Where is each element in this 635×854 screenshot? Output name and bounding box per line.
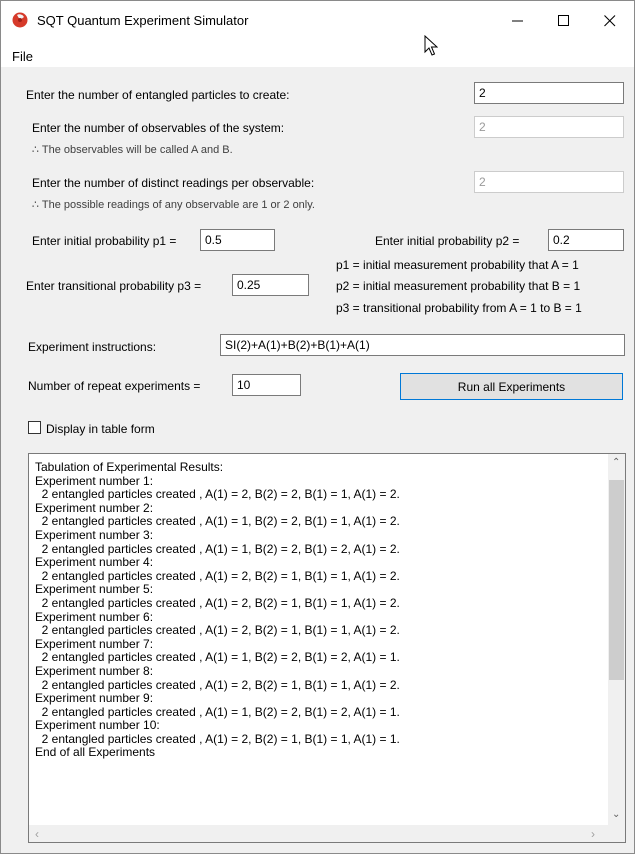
results-line: 2 entangled particles created , A(1) = 2… (35, 623, 400, 638)
readings-input[interactable] (474, 171, 624, 193)
instructions-input[interactable] (220, 334, 625, 356)
p2-input[interactable] (548, 229, 624, 251)
results-line: 2 entangled particles created , A(1) = 2… (35, 487, 400, 502)
p1-description: p1 = initial measurement probability tha… (336, 258, 579, 272)
results-line: Experiment number 10: (35, 718, 160, 733)
results-line: 2 entangled particles created , A(1) = 2… (35, 595, 400, 610)
run-experiments-button[interactable]: Run all Experiments (400, 373, 623, 400)
scroll-up-icon[interactable]: ⌃ (612, 457, 620, 468)
results-line: Experiment number 2: (35, 500, 154, 515)
results-line: Experiment number 3: (35, 527, 154, 542)
instructions-label: Experiment instructions: (28, 340, 157, 354)
results-line: 2 entangled particles created , A(1) = 1… (35, 514, 400, 529)
maximize-button[interactable] (541, 7, 587, 35)
p1-input[interactable] (200, 229, 275, 251)
results-line: Experiment number 4: (35, 555, 154, 570)
results-line: Tabulation of Experimental Results: (35, 461, 224, 474)
menu-file[interactable]: File (12, 49, 33, 64)
results-line: Experiment number 9: (35, 691, 154, 706)
results-textarea[interactable]: Tabulation of Experimental Results: Exper… (28, 453, 626, 843)
scroll-left-icon[interactable]: ‹ (35, 827, 39, 841)
repeat-input[interactable] (232, 374, 301, 396)
app-logo-icon (12, 12, 28, 28)
results-line: Experiment number 6: (35, 609, 154, 624)
results-line: End of all Experiments (35, 745, 156, 760)
horizontal-scrollbar[interactable]: ‹ › (29, 825, 608, 842)
scroll-right-icon[interactable]: › (591, 827, 595, 841)
p3-label: Enter transitional probability p3 = (26, 279, 202, 293)
vertical-scrollbar[interactable]: ⌃ ⌄ (608, 454, 625, 825)
particles-label: Enter the number of entangled particles … (26, 88, 290, 102)
particles-input[interactable] (474, 82, 624, 104)
results-line: Experiment number 7: (35, 636, 154, 651)
results-line: 2 entangled particles created , A(1) = 1… (35, 650, 400, 665)
p3-input[interactable] (232, 274, 309, 296)
readings-note: ∴ The possible readings of any observabl… (32, 199, 315, 211)
observables-note: ∴ The observables will be called A and B… (32, 144, 233, 156)
scroll-down-icon[interactable]: ⌄ (612, 809, 620, 820)
results-line: 2 entangled particles created , A(1) = 1… (35, 541, 400, 556)
close-button[interactable] (587, 7, 633, 35)
table-form-checkbox[interactable] (28, 421, 41, 434)
p2-label: Enter initial probability p2 = (375, 234, 520, 248)
observables-input[interactable] (474, 116, 624, 138)
menu-bar: File (1, 41, 634, 67)
p2-description: p2 = initial measurement probability tha… (336, 279, 581, 293)
readings-label: Enter the number of distinct readings pe… (32, 176, 315, 190)
repeat-label: Number of repeat experiments = (28, 379, 201, 393)
results-line: 2 entangled particles created , A(1) = 2… (35, 568, 400, 583)
minimize-icon (512, 20, 523, 22)
p1-label: Enter initial probability p1 = (32, 234, 177, 248)
results-line: 2 entangled particles created , A(1) = 2… (35, 731, 400, 746)
scroll-thumb[interactable] (609, 480, 624, 680)
results-line: Experiment number 5: (35, 582, 154, 597)
results-line: 2 entangled particles created , A(1) = 2… (35, 677, 400, 692)
maximize-icon (558, 15, 569, 26)
p3-description: p3 = transitional probability from A = 1… (336, 301, 582, 315)
results-line: Experiment number 1: (35, 473, 154, 488)
scrollbar-corner (608, 825, 625, 842)
close-icon (604, 15, 616, 27)
results-line: 2 entangled particles created , A(1) = 1… (35, 704, 400, 719)
window-title: SQT Quantum Experiment Simulator (37, 13, 249, 28)
results-text: Tabulation of Experimental Results: Exper… (35, 461, 603, 760)
results-line: Experiment number 8: (35, 663, 154, 678)
title-bar[interactable]: SQT Quantum Experiment Simulator (1, 1, 634, 41)
minimize-button[interactable] (495, 7, 541, 35)
mouse-pointer-icon (424, 35, 438, 56)
observables-label: Enter the number of observables of the s… (32, 121, 285, 135)
table-form-label: Display in table form (46, 422, 155, 436)
